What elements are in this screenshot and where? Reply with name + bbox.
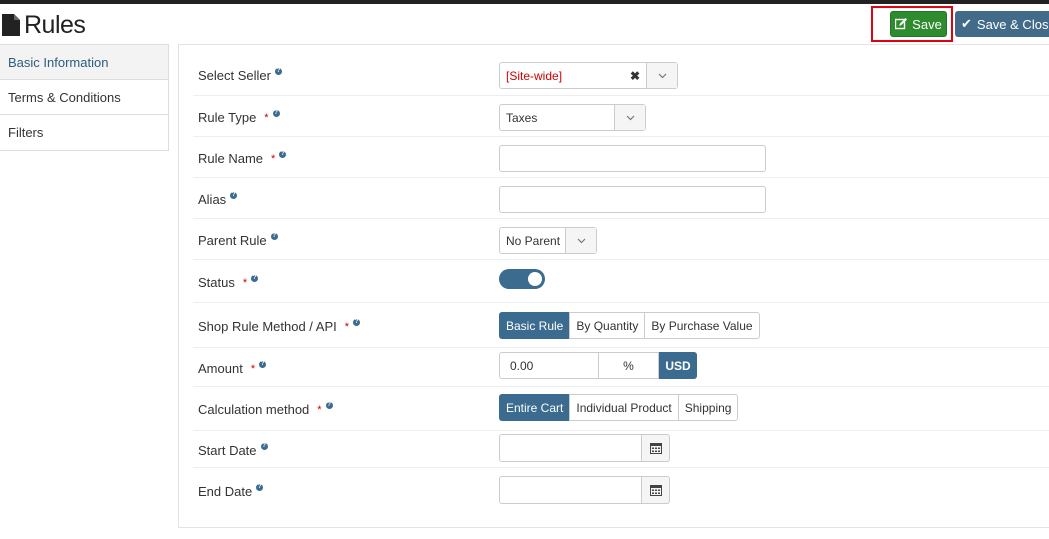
save-button-label: Save xyxy=(912,16,942,32)
required-marker: * xyxy=(250,362,256,375)
parent-rule-label: Parent Rule? xyxy=(198,233,278,248)
calendar-icon[interactable] xyxy=(642,434,670,462)
row-status: Status *? xyxy=(193,260,1049,303)
alias-input[interactable] xyxy=(499,186,766,213)
document-icon xyxy=(2,14,20,36)
calculation-method-label: Calculation method *? xyxy=(198,402,333,417)
amount-currency-button[interactable]: USD xyxy=(659,352,697,379)
shop-rule-method-label: Shop Rule Method / API *? xyxy=(198,319,361,334)
help-icon[interactable]: ? xyxy=(272,110,280,117)
parent-rule-value: No Parent xyxy=(506,233,561,248)
sidebar-tabs: Basic Information Terms & Conditions Fil… xyxy=(0,44,169,151)
chevron-down-icon[interactable] xyxy=(614,105,645,130)
help-icon[interactable]: ? xyxy=(270,233,278,240)
row-alias: Alias? xyxy=(193,178,1049,219)
row-end-date: End Date? xyxy=(193,468,1049,513)
rule-type-label: Rule Type *? xyxy=(198,110,280,125)
form-panel: Select Seller? [Site-wide] ✖ Rule Type *?… xyxy=(178,44,1049,528)
clear-icon[interactable]: ✖ xyxy=(628,69,642,83)
calendar-icon[interactable] xyxy=(642,476,670,504)
required-marker: * xyxy=(317,403,322,416)
calc-shipping-button[interactable]: Shipping xyxy=(677,394,739,421)
status-label: Status *? xyxy=(198,275,259,290)
save-close-button[interactable]: ✔ Save & Close xyxy=(955,11,1049,37)
rule-name-label: Rule Name *? xyxy=(198,151,287,166)
required-marker: * xyxy=(271,152,276,165)
rule-type-value: Taxes xyxy=(506,110,538,125)
start-date-picker xyxy=(499,434,670,462)
save-button[interactable]: Save xyxy=(890,11,947,37)
toggle-knob xyxy=(528,272,542,286)
row-calculation-method: Calculation method *? Entire Cart Individ… xyxy=(193,387,1049,431)
parent-rule-select[interactable]: No Parent xyxy=(499,227,597,254)
calc-entire-cart-button[interactable]: Entire Cart xyxy=(499,394,571,421)
row-amount: Amount *? 0.00 % USD xyxy=(193,348,1049,387)
end-date-picker xyxy=(499,476,670,504)
start-date-input[interactable] xyxy=(499,434,642,462)
help-icon[interactable]: ? xyxy=(259,361,267,368)
method-by-purchase-value-button[interactable]: By Purchase Value xyxy=(644,312,760,339)
row-start-date: Start Date? xyxy=(193,431,1049,468)
end-date-label: End Date? xyxy=(198,484,264,499)
amount-input[interactable]: 0.00 xyxy=(499,352,599,379)
row-select-seller: Select Seller? [Site-wide] ✖ xyxy=(193,54,1049,96)
rule-name-input[interactable] xyxy=(499,145,766,172)
page-title: Rules xyxy=(2,10,86,40)
tab-basic-information[interactable]: Basic Information xyxy=(0,45,168,80)
help-icon[interactable]: ? xyxy=(325,402,333,409)
tab-filters[interactable]: Filters xyxy=(0,115,168,150)
seller-select-value: [Site-wide] xyxy=(506,68,563,83)
end-date-input[interactable] xyxy=(499,476,642,504)
rule-type-select[interactable]: Taxes xyxy=(499,104,646,131)
alias-label: Alias? xyxy=(198,192,238,207)
amount-percent-button[interactable]: % xyxy=(599,352,659,379)
help-icon[interactable]: ? xyxy=(353,319,361,326)
help-icon[interactable]: ? xyxy=(279,151,287,158)
page-title-text: Rules xyxy=(24,10,86,39)
amount-group: 0.00 % USD xyxy=(499,352,697,379)
help-icon[interactable]: ? xyxy=(260,443,268,450)
help-icon[interactable]: ? xyxy=(230,192,238,199)
tab-terms-conditions[interactable]: Terms & Conditions xyxy=(0,80,168,115)
required-marker: * xyxy=(264,111,269,124)
method-by-quantity-button[interactable]: By Quantity xyxy=(569,312,646,339)
start-date-label: Start Date? xyxy=(198,443,268,458)
save-close-button-label: Save & Close xyxy=(976,16,1049,32)
select-seller-label: Select Seller? xyxy=(198,68,282,83)
status-toggle[interactable] xyxy=(499,269,545,289)
row-parent-rule: Parent Rule? No Parent xyxy=(193,219,1049,260)
amount-label: Amount *? xyxy=(198,361,267,376)
help-icon[interactable]: ? xyxy=(274,68,282,75)
chevron-down-icon[interactable] xyxy=(565,228,596,253)
edit-icon xyxy=(895,18,908,30)
calc-individual-product-button[interactable]: Individual Product xyxy=(569,394,679,421)
chevron-down-icon[interactable] xyxy=(646,63,677,88)
required-marker: * xyxy=(242,276,248,289)
row-rule-type: Rule Type *? Taxes xyxy=(193,96,1049,137)
help-icon[interactable]: ? xyxy=(251,275,259,282)
shop-rule-method-group: Basic Rule By Quantity By Purchase Value xyxy=(499,312,760,339)
check-icon: ✔ xyxy=(961,16,972,31)
required-marker: * xyxy=(344,320,350,333)
row-rule-name: Rule Name *? xyxy=(193,137,1049,178)
seller-select[interactable]: [Site-wide] ✖ xyxy=(499,62,678,89)
row-shop-rule-method: Shop Rule Method / API *? Basic Rule By Q… xyxy=(193,303,1049,348)
help-icon[interactable]: ? xyxy=(256,484,264,491)
method-basic-rule-button[interactable]: Basic Rule xyxy=(499,312,571,339)
calculation-method-group: Entire Cart Individual Product Shipping xyxy=(499,394,739,421)
